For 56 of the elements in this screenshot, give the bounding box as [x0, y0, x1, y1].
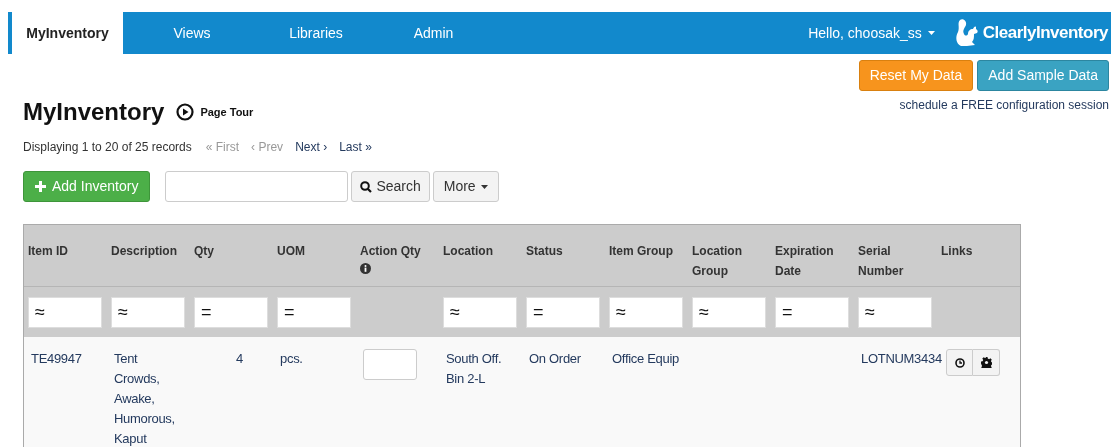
column-header[interactable]: Description [111, 241, 177, 261]
search-field[interactable] [165, 171, 349, 202]
pager-link[interactable]: Last » [339, 138, 372, 156]
table-cell: 4 [236, 351, 243, 366]
squirrel-icon [954, 18, 981, 48]
configuration-link[interactable]: schedule a FREE configuration session [899, 96, 1109, 114]
plus-icon [35, 181, 46, 192]
page-title: MyInventory [23, 97, 165, 127]
logo-text: ClearlyInventory [982, 22, 1108, 45]
settings-icon [980, 357, 992, 368]
filter-field[interactable]: ≈ [692, 296, 766, 328]
record-summary: Displaying 1 to 20 of 25 records [23, 139, 192, 156]
caret-icon [480, 184, 488, 189]
column-header[interactable]: Item Group [609, 241, 673, 261]
column-header[interactable]: Serial Number [858, 241, 933, 281]
caret-icon [927, 31, 935, 35]
history-button[interactable] [946, 349, 973, 376]
column-header[interactable]: Status [526, 241, 563, 261]
filter-field[interactable]: ≈ [858, 296, 932, 328]
filter-field[interactable]: ≈ [609, 296, 683, 328]
user-menu[interactable]: Hello, choosak_ss [808, 12, 935, 54]
column-header[interactable]: Location Group [692, 241, 767, 281]
nav-tab[interactable]: MyInventory [12, 12, 123, 54]
table-cell: LOTNUM3434 [861, 351, 942, 366]
column-header[interactable]: UOM [277, 241, 305, 261]
nav-tab[interactable]: Libraries [261, 12, 371, 54]
table-cell: South Off. Bin 2-L [446, 351, 502, 386]
table-cell: TE49947 [31, 351, 82, 366]
column-header[interactable]: Expiration Date [775, 241, 850, 281]
page-tour-link[interactable]: Page Tour [176, 103, 254, 121]
filter-field[interactable]: = [277, 296, 351, 328]
settings-button[interactable] [973, 349, 1000, 376]
column-header[interactable]: Action Qty [360, 241, 421, 261]
filter-field[interactable]: = [194, 296, 268, 328]
search-button[interactable]: Search [351, 171, 430, 202]
filter-field[interactable]: = [775, 296, 849, 328]
nav-tab[interactable]: Views [123, 12, 261, 54]
action-qty-field[interactable] [363, 349, 417, 380]
play-icon [176, 103, 195, 121]
column-header[interactable]: Qty [194, 241, 214, 261]
filter-field[interactable]: ≈ [111, 296, 185, 328]
column-header[interactable]: Item ID [28, 241, 68, 261]
pager-link[interactable]: Next › [295, 138, 328, 156]
table-cell: Office Equip [612, 351, 679, 366]
nav-tab[interactable]: Admin [371, 12, 496, 54]
filter-field[interactable]: = [526, 296, 600, 328]
clock-icon [954, 357, 965, 368]
filter-field[interactable]: ≈ [28, 296, 102, 328]
filter-field[interactable]: ≈ [443, 296, 517, 328]
column-header[interactable]: Location [443, 241, 493, 261]
table-cell: On Order [529, 351, 581, 366]
more-button[interactable]: More [432, 171, 499, 202]
column-header[interactable]: Links [941, 241, 973, 261]
search-icon [360, 180, 373, 193]
table-cell: pcs. [280, 351, 303, 366]
table-cell: Tent Crowds, Awake, Humorous, Kaput [114, 351, 175, 446]
